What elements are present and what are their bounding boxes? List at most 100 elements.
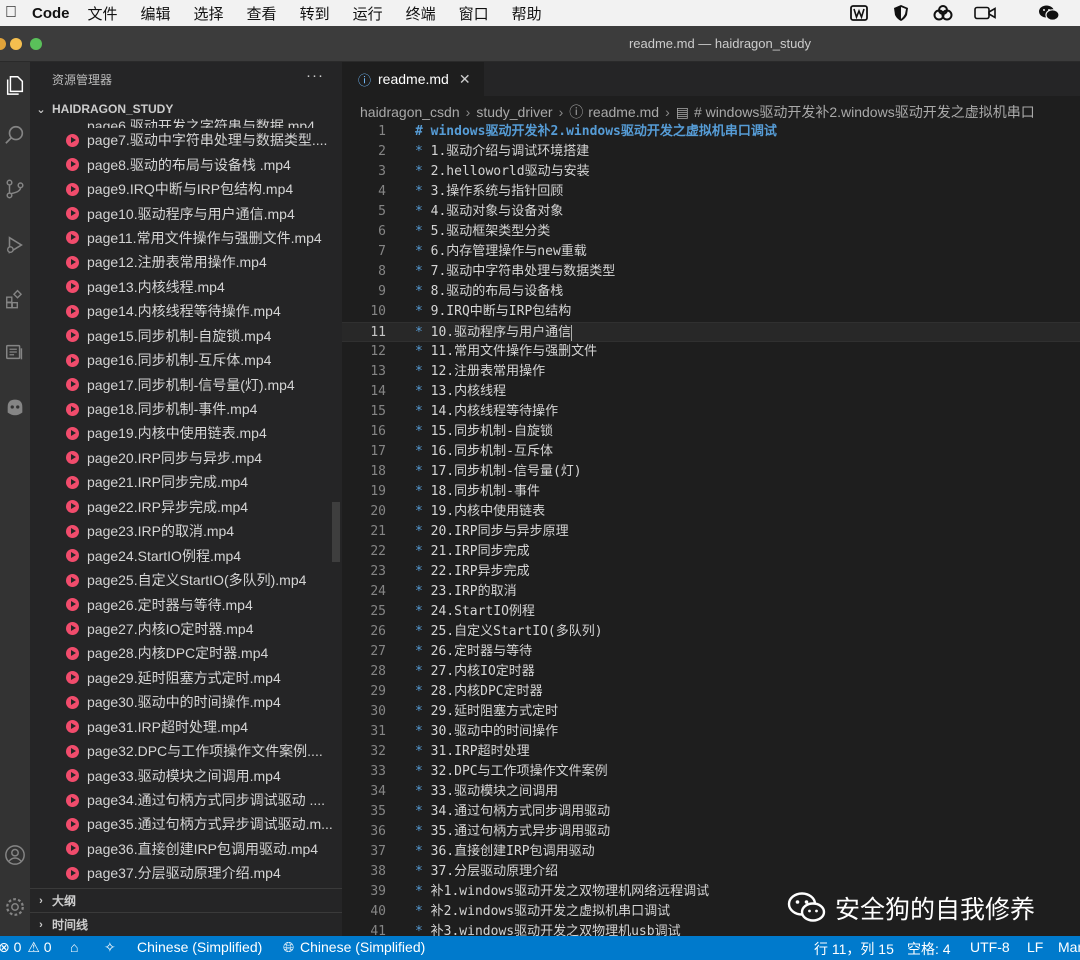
code-line[interactable]: 35 * 34.通过句柄方式同步调用驱动 — [342, 802, 1080, 822]
menu-selection[interactable]: 选择 — [194, 3, 224, 24]
file-item[interactable]: page15.同步机制-自旋锁.mp4 — [30, 324, 342, 348]
broadcast-icon[interactable]: ✧ — [104, 939, 116, 956]
file-item[interactable]: page37.分层驱动原理介绍.mp4 — [30, 861, 342, 885]
code-line[interactable]: 33 * 32.DPC与工作项操作文件案例 — [342, 762, 1080, 782]
file-item[interactable]: page12.注册表常用操作.mp4 — [30, 250, 342, 274]
code-line[interactable]: 28 * 27.内核IO定时器 — [342, 662, 1080, 682]
code-line[interactable]: 22 * 21.IRP同步完成 — [342, 542, 1080, 562]
outline-section[interactable]: › 大纲 — [30, 888, 342, 912]
file-item[interactable]: page7.驱动中字符串处理与数据类型.... — [30, 128, 342, 152]
file-item[interactable]: page20.IRP同步与异步.mp4 — [30, 446, 342, 470]
search-icon[interactable] — [0, 120, 30, 150]
tab-readme[interactable]: ⓘ readme.md ✕ — [342, 62, 484, 96]
file-item[interactable]: page13.内核线程.mp4 — [30, 275, 342, 299]
breadcrumb-folder[interactable]: haidragon_csdn — [360, 104, 460, 120]
file-item[interactable]: page28.内核DPC定时器.mp4 — [30, 641, 342, 665]
code-line[interactable]: 4 * 3.操作系统与指针回顾 — [342, 182, 1080, 202]
language-mode[interactable]: Markdown — [1058, 939, 1080, 955]
shield-icon[interactable] — [890, 4, 912, 22]
sidebar-scrollbar[interactable] — [332, 502, 340, 562]
code-line[interactable]: 36 * 35.通过句柄方式异步调用驱动 — [342, 822, 1080, 842]
menu-view[interactable]: 查看 — [247, 3, 277, 24]
code-line[interactable]: 20 * 19.内核中使用链表 — [342, 502, 1080, 522]
cursor-position[interactable]: 行 11，列 15 — [814, 939, 894, 959]
file-item[interactable]: page22.IRP异步完成.mp4 — [30, 495, 342, 519]
code-line[interactable]: 1 # windows驱动开发补2.windows驱动开发之虚拟机串口调试 — [342, 122, 1080, 142]
code-line[interactable]: 2 * 1.驱动介绍与调试环境搭建 — [342, 142, 1080, 162]
menu-window[interactable]: 窗口 — [459, 3, 489, 24]
wps-icon[interactable] — [848, 4, 870, 22]
code-line[interactable]: 11 * 10.驱动程序与用户通信 — [342, 322, 1080, 342]
code-line[interactable]: 24 * 23.IRP的取消 — [342, 582, 1080, 602]
code-line[interactable]: 12 * 11.常用文件操作与强删文件 — [342, 342, 1080, 362]
file-item[interactable]: page36.直接创建IRP包调用驱动.mp4 — [30, 837, 342, 861]
settings-gear-icon[interactable] — [0, 892, 30, 922]
menu-help[interactable]: 帮助 — [512, 3, 542, 24]
code-line[interactable]: 26 * 25.自定义StartIO(多队列) — [342, 622, 1080, 642]
file-item[interactable]: page25.自定义StartIO(多队列).mp4 — [30, 568, 342, 592]
file-item[interactable]: page6.驱动开发之字符串与数据.mp4 — [30, 118, 342, 128]
code-line[interactable]: 17 * 16.同步机制-互斥体 — [342, 442, 1080, 462]
extensions-icon[interactable] — [0, 284, 30, 314]
menu-terminal[interactable]: 终端 — [406, 3, 436, 24]
code-line[interactable]: 7 * 6.内存管理操作与new重载 — [342, 242, 1080, 262]
file-item[interactable]: page14.内核线程等待操作.mp4 — [30, 299, 342, 323]
file-item[interactable]: page32.DPC与工作项操作文件案例.... — [30, 739, 342, 763]
code-line[interactable]: 27 * 26.定时器与等待 — [342, 642, 1080, 662]
file-item[interactable]: page17.同步机制-信号量(灯).mp4 — [30, 372, 342, 396]
timeline-section[interactable]: › 时间线 — [30, 912, 342, 936]
indentation[interactable]: 空格: 4 — [907, 939, 951, 959]
code-line[interactable]: 25 * 24.StartIO例程 — [342, 602, 1080, 622]
creative-cloud-icon[interactable] — [932, 4, 954, 22]
file-item[interactable]: page24.StartIO例程.mp4 — [30, 543, 342, 567]
breadcrumb-file[interactable]: readme.md — [588, 104, 659, 120]
file-item[interactable]: page10.驱动程序与用户通信.mp4 — [30, 201, 342, 225]
code-line[interactable]: 34 * 33.驱动模块之间调用 — [342, 782, 1080, 802]
file-item[interactable]: page16.同步机制-互斥体.mp4 — [30, 348, 342, 372]
accounts-icon[interactable] — [0, 840, 30, 870]
app-menu-name[interactable]: Code — [32, 5, 70, 22]
breadcrumb-symbol[interactable]: # windows驱动开发补2.windows驱动开发之虚拟机串口 — [694, 102, 1035, 122]
code-line[interactable]: 21 * 20.IRP同步与异步原理 — [342, 522, 1080, 542]
code-line[interactable]: 15 * 14.内核线程等待操作 — [342, 402, 1080, 422]
problems-indicator[interactable]: ⊗ 0 ⚠ 0 — [0, 939, 52, 956]
code-line[interactable]: 38 * 37.分层驱动原理介绍 — [342, 862, 1080, 882]
code-line[interactable]: 37 * 36.直接创建IRP包调用驱动 — [342, 842, 1080, 862]
code-line[interactable]: 32 * 31.IRP超时处理 — [342, 742, 1080, 762]
file-item[interactable]: page31.IRP超时处理.mp4 — [30, 715, 342, 739]
file-item[interactable]: page33.驱动模块之间调用.mp4 — [30, 763, 342, 787]
file-item[interactable]: page21.IRP同步完成.mp4 — [30, 470, 342, 494]
file-item[interactable]: page34.通过句柄方式同步调试驱动 .... — [30, 788, 342, 812]
file-item[interactable]: page29.延时阻塞方式定时.mp4 — [30, 666, 342, 690]
file-item[interactable]: page19.内核中使用链表.mp4 — [30, 421, 342, 445]
code-line[interactable]: 23 * 22.IRP异步完成 — [342, 562, 1080, 582]
code-line[interactable]: 16 * 15.同步机制-自旋锁 — [342, 422, 1080, 442]
language-status-1[interactable]: Chinese (Simplified) — [137, 939, 262, 955]
menu-run[interactable]: 运行 — [353, 3, 383, 24]
end-of-line[interactable]: LF — [1027, 939, 1043, 955]
apple-icon[interactable]:  — [0, 4, 22, 22]
code-line[interactable]: 9 * 8.驱动的布局与设备栈 — [342, 282, 1080, 302]
code-line[interactable]: 29 * 28.内核DPC定时器 — [342, 682, 1080, 702]
home-icon[interactable]: ⌂ — [70, 939, 78, 955]
code-line[interactable]: 13 * 12.注册表常用操作 — [342, 362, 1080, 382]
code-line[interactable]: 5 * 4.驱动对象与设备对象 — [342, 202, 1080, 222]
file-item[interactable]: page35.通过句柄方式异步调试驱动.m... — [30, 812, 342, 836]
code-line[interactable]: 30 * 29.延时阻塞方式定时 — [342, 702, 1080, 722]
explorer-icon[interactable] — [0, 70, 30, 100]
run-debug-icon[interactable] — [0, 230, 30, 260]
copilot-icon[interactable] — [0, 392, 30, 422]
remote-explorer-icon[interactable] — [0, 337, 30, 367]
close-tab-icon[interactable]: ✕ — [459, 71, 471, 88]
file-item[interactable]: page26.定时器与等待.mp4 — [30, 592, 342, 616]
file-item[interactable]: page18.同步机制-事件.mp4 — [30, 397, 342, 421]
menu-go[interactable]: 转到 — [300, 3, 330, 24]
breadcrumb-subfolder[interactable]: study_driver — [476, 104, 552, 120]
encoding[interactable]: UTF-8 — [970, 939, 1010, 955]
language-status-2[interactable]: Chinese (Simplified) — [300, 939, 425, 955]
code-editor[interactable]: 1 # windows驱动开发补2.windows驱动开发之虚拟机串口调试 2 * 1… — [342, 122, 1080, 936]
code-line[interactable]: 10 * 9.IRQ中断与IRP包结构 — [342, 302, 1080, 322]
file-item[interactable]: page9.IRQ中断与IRP包结构.mp4 — [30, 177, 342, 201]
code-line[interactable]: 31 * 30.驱动中的时间操作 — [342, 722, 1080, 742]
wechat-icon[interactable] — [1038, 4, 1060, 22]
